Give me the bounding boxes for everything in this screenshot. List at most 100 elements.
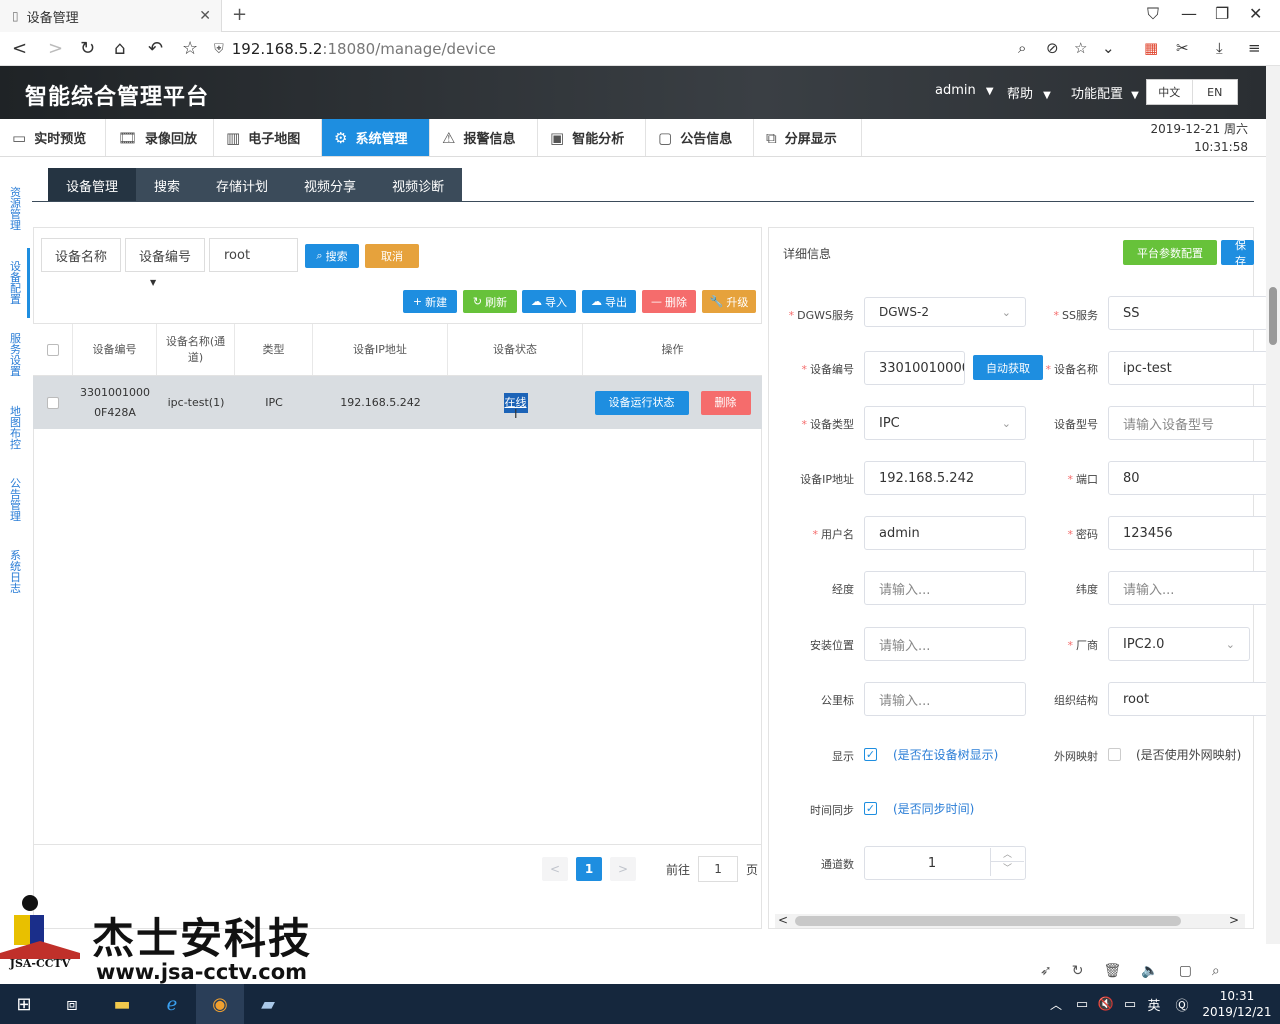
export-button[interactable]: ☁ 导出 — [582, 290, 636, 313]
volume-icon[interactable]: 🔈 — [1141, 963, 1158, 983]
model-input[interactable]: 请输入设备型号 — [1108, 406, 1268, 440]
upgrade-button[interactable]: 🔧 升级 — [702, 290, 756, 313]
nav-map[interactable]: ▥ 电子地图 — [214, 119, 322, 156]
delete-button[interactable]: — 删除 — [642, 290, 696, 313]
name-input[interactable]: ipc-test — [1108, 351, 1268, 385]
config-menu[interactable]: 功能配置 ▼ — [1071, 83, 1139, 102]
row-delete-button[interactable]: 删除 — [700, 390, 751, 415]
username-input[interactable]: admin — [864, 516, 1026, 550]
port-input[interactable]: 80 — [1108, 461, 1268, 495]
search-code-select[interactable]: 设备编号 — [125, 238, 205, 272]
import-button[interactable]: ☁ 导入 — [522, 290, 576, 313]
page-input[interactable]: 1 — [698, 856, 739, 882]
table-row[interactable]: 3301001000 0F428A ipc-test(1) IPC 192.168… — [33, 376, 762, 429]
ss-select[interactable]: SS — [1108, 296, 1268, 330]
scissors-icon[interactable]: ✂ — [1176, 39, 1189, 57]
menu-icon[interactable]: ≡ — [1248, 39, 1261, 57]
side-item-device-config[interactable]: 设备配置 — [10, 261, 24, 305]
refresh-button[interactable]: ↻ 刷新 — [463, 290, 517, 313]
tab-video-diagnosis[interactable]: 视频诊断 — [374, 168, 462, 202]
vendor-select[interactable]: IPC2.0 ⌄ — [1108, 627, 1250, 661]
side-item-notice[interactable]: 公告管理 — [10, 478, 24, 522]
save-button[interactable]: 保存 — [1221, 240, 1254, 265]
app-icon[interactable]: ▰ — [244, 984, 292, 1024]
scroll-right-icon[interactable]: > — [1229, 913, 1239, 927]
rocket-icon[interactable]: ➶ — [1040, 963, 1052, 983]
search-button[interactable]: ⌕ 搜索 — [305, 244, 359, 268]
pin-icon[interactable]: ⛉ — [1147, 4, 1159, 24]
user-menu[interactable]: admin ▼ — [935, 83, 994, 98]
reload-icon[interactable]: ↻ — [80, 38, 95, 59]
select-all-checkbox[interactable] — [46, 343, 59, 356]
caret-down-icon[interactable]: ▼ — [150, 278, 156, 287]
chevron-up-icon[interactable]: ︿ — [1046, 984, 1066, 1024]
time-sync-checkbox[interactable]: ✓ — [864, 802, 877, 815]
prev-page-icon[interactable]: < — [542, 857, 568, 881]
refresh-icon[interactable]: ↻ — [1072, 963, 1084, 983]
apps-grid-icon[interactable]: ▦ — [1144, 39, 1158, 57]
reader-icon[interactable]: ⊘ — [1046, 39, 1059, 57]
nav-analysis[interactable]: ▣ 智能分析 — [538, 119, 646, 156]
new-tab-icon[interactable]: + — [232, 4, 247, 25]
url-field[interactable]: ⛨ 192.168.5.2 :18080/manage/device — [214, 37, 1134, 61]
next-page-icon[interactable]: > — [610, 857, 636, 881]
ime-indicator[interactable]: 英 — [1142, 984, 1166, 1024]
lang-cn-button[interactable]: 中文 — [1147, 80, 1193, 104]
side-item-resources[interactable]: 资源管理 — [10, 187, 24, 231]
org-input[interactable]: root — [1108, 682, 1268, 716]
home-icon[interactable]: ⌂ — [114, 38, 125, 59]
window-icon[interactable]: ▢ — [1179, 963, 1192, 983]
external-map-checkbox[interactable] — [1108, 748, 1121, 761]
new-button[interactable]: + 新建 — [403, 290, 457, 313]
nav-notice[interactable]: ▢ 公告信息 — [646, 119, 754, 156]
location-input[interactable]: 请输入... — [864, 627, 1026, 661]
windows-start-icon[interactable]: ⊞ — [0, 984, 48, 1024]
minimize-icon[interactable]: — — [1181, 4, 1197, 23]
search-input[interactable]: root — [209, 238, 298, 272]
taskbar-clock[interactable]: 10:31 2019/12/21 — [1198, 988, 1276, 1020]
type-select[interactable]: IPC ⌄ — [864, 406, 1026, 440]
download-icon[interactable]: ⤓ — [1216, 39, 1223, 57]
zoom-search-icon[interactable]: ⌕ — [1018, 39, 1026, 57]
vertical-scroll-thumb[interactable] — [1269, 287, 1277, 345]
lang-en-button[interactable]: EN — [1193, 80, 1238, 104]
maximize-icon[interactable]: ❐ — [1215, 4, 1229, 23]
nav-system[interactable]: ⚙ 系统管理 — [322, 119, 430, 156]
increase-icon[interactable]: ︿ — [990, 848, 1024, 862]
side-item-map-control[interactable]: 地图布控 — [10, 406, 24, 450]
side-item-service[interactable]: 服务设置 — [10, 333, 24, 377]
qq-icon[interactable]: Ⓠ — [1168, 984, 1196, 1024]
search-name-select[interactable]: 设备名称 — [41, 238, 121, 272]
close-window-icon[interactable]: ✕ — [1249, 4, 1262, 23]
tab-device-manage[interactable]: 设备管理 — [48, 168, 137, 202]
km-input[interactable]: 请输入... — [864, 682, 1026, 716]
browser-tab[interactable]: ▯ 设备管理 ✕ — [0, 0, 222, 32]
decrease-icon[interactable]: ﹀ — [990, 862, 1024, 876]
vertical-scrollbar[interactable] — [1266, 66, 1280, 944]
platform-config-button[interactable]: 平台参数配置 — [1123, 240, 1217, 265]
tab-video-share[interactable]: 视频分享 — [286, 168, 374, 202]
help-menu[interactable]: 帮助 ▼ — [1007, 83, 1051, 102]
code-input[interactable]: 33010010000 — [864, 351, 965, 385]
nav-split-screen[interactable]: ⧉ 分屏显示 — [754, 119, 862, 156]
dgws-select[interactable]: DGWS-2 ⌄ — [864, 297, 1026, 327]
undo-icon[interactable]: ↶ — [148, 38, 163, 59]
file-explorer-icon[interactable]: ▬ — [98, 984, 146, 1024]
task-view-icon[interactable]: ⧈ — [48, 984, 96, 1024]
ip-input[interactable]: 192.168.5.242 — [864, 461, 1026, 495]
tab-search[interactable]: 搜索 — [136, 168, 198, 202]
bookmark-star-icon[interactable]: ☆ — [1074, 39, 1087, 57]
trash-icon[interactable]: 🗑 — [1103, 963, 1121, 983]
monitor-icon[interactable]: ▭ — [1118, 984, 1142, 1024]
browser-app-icon[interactable]: ◉ — [196, 984, 244, 1024]
horizontal-scroll-thumb[interactable] — [795, 916, 1181, 926]
nav-live-preview[interactable]: ▭ 实时预览 — [0, 119, 106, 156]
volume-muted-icon[interactable]: 🔇 — [1094, 984, 1118, 1024]
device-status-button[interactable]: 设备运行状态 — [594, 390, 689, 415]
forward-icon[interactable]: > — [48, 38, 63, 59]
nav-alarm[interactable]: ⚠ 报警信息 — [430, 119, 538, 156]
back-icon[interactable]: < — [12, 38, 27, 59]
longitude-input[interactable]: 请输入... — [864, 571, 1026, 605]
tab-storage-plan[interactable]: 存储计划 — [198, 168, 286, 202]
close-tab-icon[interactable]: ✕ — [199, 8, 211, 24]
